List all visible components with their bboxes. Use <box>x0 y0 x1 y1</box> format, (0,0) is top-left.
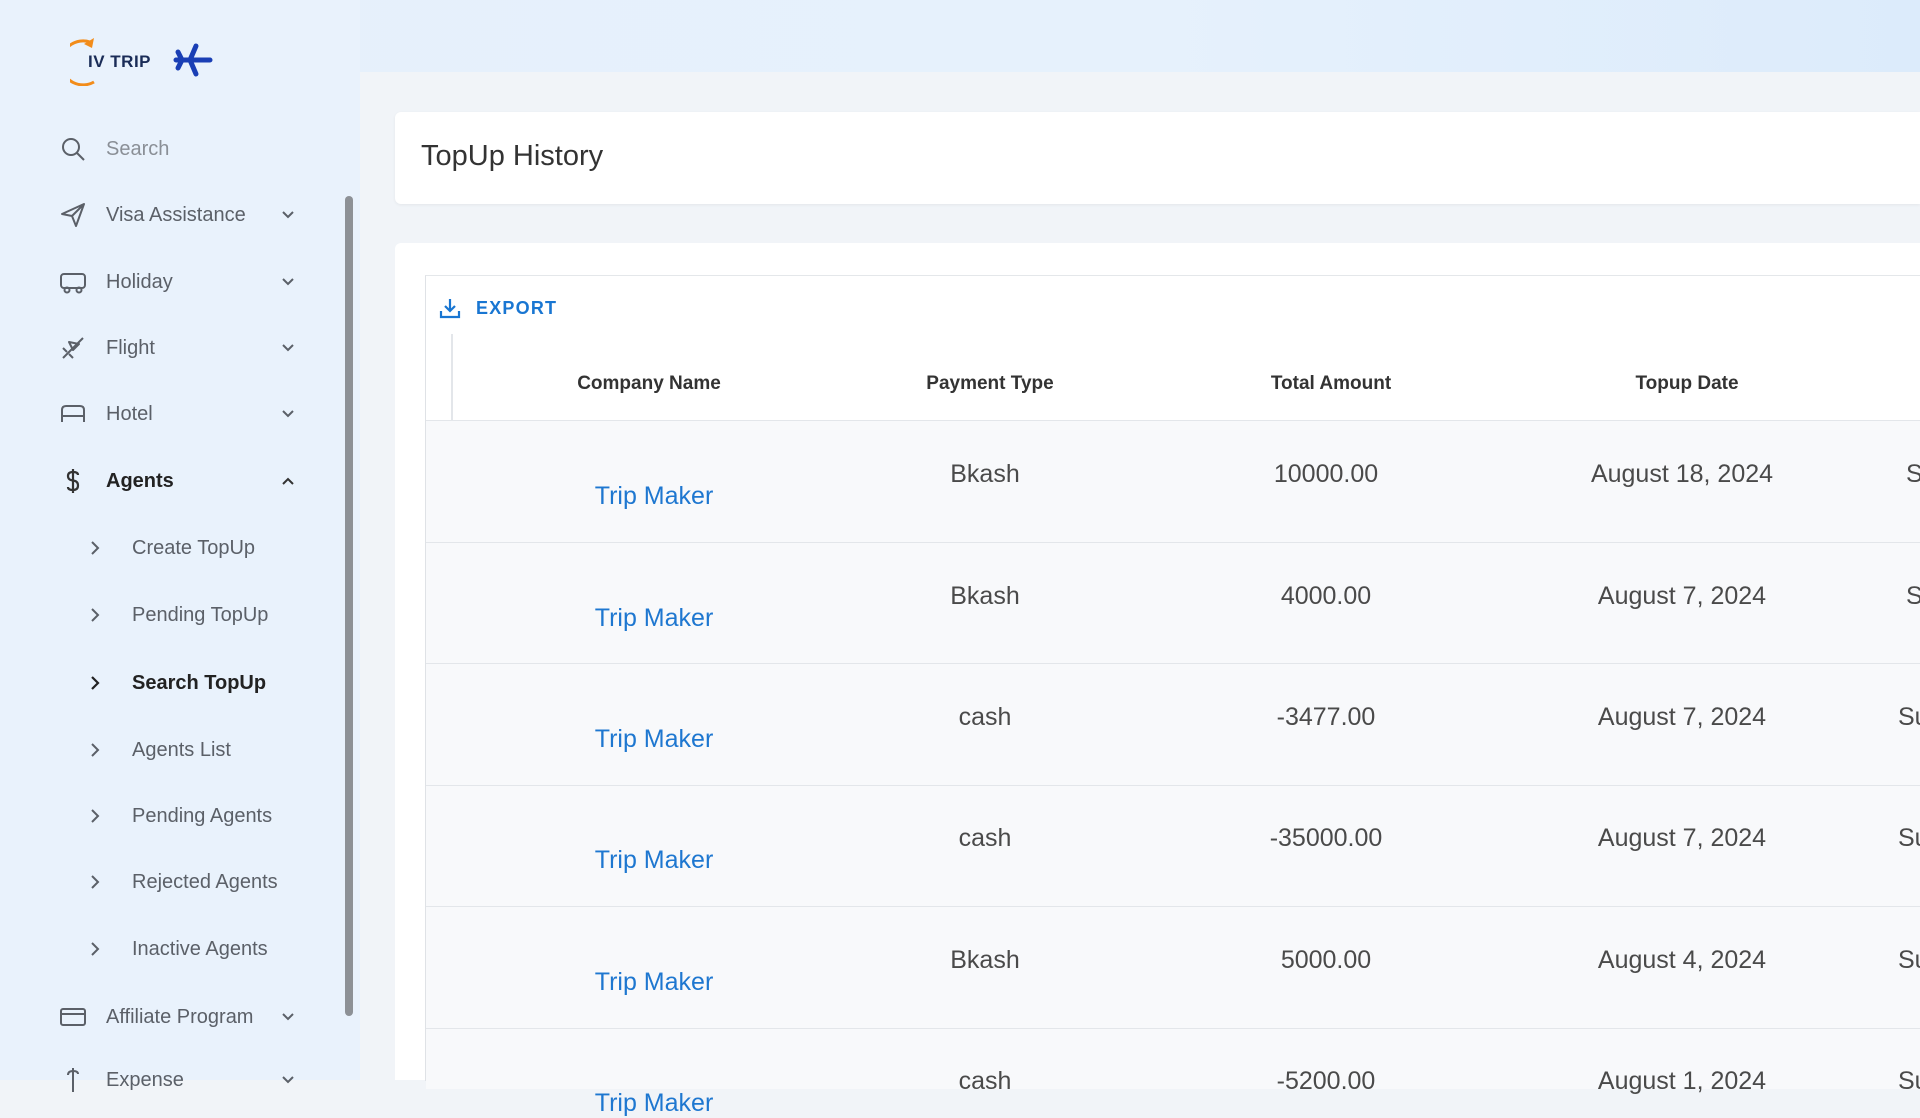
chevron-down-icon <box>278 1070 298 1090</box>
sidebar-item-agents[interactable]: Agents <box>58 461 298 501</box>
sidebar-item-label: Flight <box>106 336 155 359</box>
total-amount: 10000.00 <box>1273 460 1379 488</box>
company-link[interactable]: Trip Maker <box>524 846 784 875</box>
plane-icon <box>58 333 88 363</box>
topup-date: August 1, 2024 <box>1597 1067 1767 1095</box>
chevron-right-icon <box>90 941 108 957</box>
total-amount: 5000.00 <box>1280 946 1372 974</box>
chevron-down-icon <box>278 205 298 225</box>
chevron-right-icon <box>90 874 108 890</box>
bed-icon <box>58 399 88 429</box>
sidebar-item-holiday[interactable]: Holiday <box>58 262 298 302</box>
topup-date: August 18, 2024 <box>1590 460 1774 488</box>
sidebar-item-label: Agents <box>106 469 174 492</box>
sidebar-subitem-pending-agents[interactable]: Pending Agents <box>90 796 330 836</box>
export-button[interactable]: EXPORT <box>438 296 557 320</box>
send-icon <box>58 200 88 230</box>
chevron-down-icon <box>278 272 298 292</box>
sidebar-item-hotel[interactable]: Hotel <box>58 394 298 434</box>
sidebar-subitem-label: Inactive Agents <box>132 937 268 960</box>
column-header-total-amount[interactable]: Total Amount <box>1201 373 1461 395</box>
bus-icon <box>58 267 88 297</box>
data-table: EXPORT Company Name Payment Type Total A… <box>425 275 1920 1117</box>
card-icon <box>58 1002 88 1032</box>
download-icon <box>438 296 462 320</box>
sidebar-item-label: Affiliate Program <box>106 1005 254 1028</box>
logo-text: IV TRIP <box>88 52 152 71</box>
status-clipped: Su <box>1898 703 1920 731</box>
status-clipped: Su <box>1898 824 1920 852</box>
sidebar-item-visa-assistance[interactable]: Visa Assistance <box>58 195 298 235</box>
company-link[interactable]: Trip Maker <box>524 604 784 633</box>
total-amount: -5200.00 <box>1276 1067 1376 1095</box>
sidebar-item-label: Visa Assistance <box>106 203 246 226</box>
sidebar-subitem-label: Rejected Agents <box>132 870 278 893</box>
sidebar-item-label: Holiday <box>106 270 173 293</box>
payment-type: Bkash <box>950 946 1020 974</box>
column-header-company-name[interactable]: Company Name <box>519 373 779 395</box>
app-logo[interactable]: IV TRIP <box>59 34 220 87</box>
sidebar-item-expense[interactable]: Expense <box>58 1060 298 1100</box>
sidebar-subitem-label: Agents List <box>132 738 231 761</box>
dollar-icon <box>58 466 88 496</box>
sidebar-item-label: Expense <box>106 1068 184 1091</box>
company-link[interactable]: Trip Maker <box>524 968 784 997</box>
company-link[interactable]: Trip Maker <box>524 482 784 511</box>
topup-date: August 7, 2024 <box>1597 824 1767 852</box>
chevron-right-icon <box>90 808 108 824</box>
sidebar-subitem-label: Pending Agents <box>132 804 273 827</box>
total-amount: -35000.00 <box>1269 824 1383 852</box>
chevron-down-icon <box>278 1007 298 1027</box>
sidebar-scrollbar[interactable] <box>345 196 353 1016</box>
sidebar-subitem-label: Search TopUp <box>132 671 267 694</box>
column-header-payment-type[interactable]: Payment Type <box>860 373 1120 395</box>
search-input[interactable]: Search <box>106 138 298 161</box>
sidebar-search[interactable]: Search <box>58 129 298 169</box>
status-clipped: Su <box>1898 946 1920 974</box>
payment-type: cash <box>958 703 1012 731</box>
chevron-right-icon <box>90 742 108 758</box>
status-clipped: Su <box>1898 1067 1920 1095</box>
chevron-up-icon <box>278 471 298 491</box>
status-clipped: S <box>1906 582 1920 610</box>
payment-type: Bkash <box>950 582 1020 610</box>
sidebar-subitem-search-topup[interactable]: Search TopUp <box>90 663 330 703</box>
table-card: EXPORT Company Name Payment Type Total A… <box>395 243 1920 1117</box>
chevron-right-icon <box>90 540 108 556</box>
sidebar-subitem-pending-topup[interactable]: Pending TopUp <box>90 595 330 635</box>
company-link[interactable]: Trip Maker <box>524 725 784 754</box>
sidebar-subitem-label: Create TopUp <box>132 536 256 559</box>
sidebar-item-affiliate-program[interactable]: Affiliate Program <box>58 997 298 1037</box>
sidebar: IV TRIP Search Visa Assistance Holiday F… <box>0 0 360 1092</box>
dollar-icon <box>58 1065 88 1095</box>
chevron-down-icon <box>278 338 298 358</box>
company-link[interactable]: Trip Maker <box>524 1089 784 1118</box>
sidebar-subitem-inactive-agents[interactable]: Inactive Agents <box>90 929 330 969</box>
export-label: EXPORT <box>476 297 558 318</box>
sidebar-subitem-create-topup[interactable]: Create TopUp <box>90 528 330 568</box>
sidebar-subitem-agents-list[interactable]: Agents List <box>90 730 330 770</box>
total-amount: 4000.00 <box>1280 582 1372 610</box>
page-title: TopUp History <box>421 140 604 172</box>
chevron-down-icon <box>278 404 298 424</box>
sidebar-subitem-label: Pending TopUp <box>132 603 269 626</box>
payment-type: cash <box>958 1067 1012 1095</box>
search-icon <box>58 134 88 164</box>
payment-type: cash <box>958 824 1012 852</box>
topup-date: August 4, 2024 <box>1597 946 1767 974</box>
total-amount: -3477.00 <box>1276 703 1376 731</box>
chevron-right-icon <box>90 607 108 623</box>
sidebar-item-flight[interactable]: Flight <box>58 328 298 368</box>
topup-date: August 7, 2024 <box>1597 582 1767 610</box>
page-header: TopUp History <box>395 112 1920 204</box>
chevron-right-icon <box>90 675 108 691</box>
sidebar-subitem-rejected-agents[interactable]: Rejected Agents <box>90 862 330 902</box>
column-header-topup-date[interactable]: Topup Date <box>1557 373 1817 395</box>
sidebar-item-label: Hotel <box>106 402 153 425</box>
status-clipped: S <box>1906 460 1920 488</box>
topup-date: August 7, 2024 <box>1597 703 1767 731</box>
payment-type: Bkash <box>950 460 1020 488</box>
